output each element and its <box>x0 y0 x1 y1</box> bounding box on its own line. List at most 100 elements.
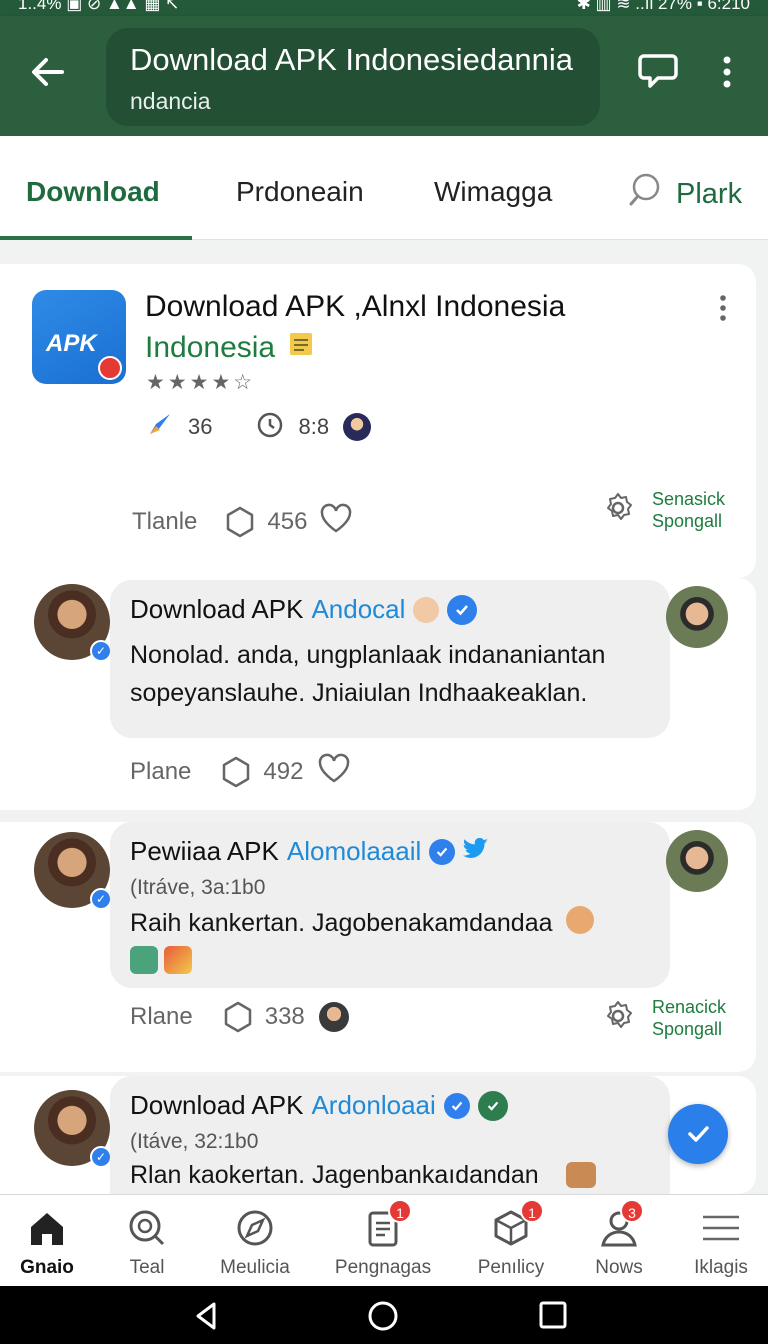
share-action[interactable]: 338 <box>221 1000 305 1034</box>
back-arrow-icon[interactable] <box>26 50 70 94</box>
post-action-label[interactable]: Plane <box>130 758 191 786</box>
tab-bar: Download Prdoneain Wimagga Plark <box>0 136 768 240</box>
developer-avatar[interactable] <box>343 413 372 441</box>
rating-stars: ★★★★☆ <box>146 371 256 394</box>
tab-wimagga[interactable]: Wimagga <box>434 176 552 208</box>
nav-label: Nows <box>595 1257 643 1278</box>
home-circle-icon[interactable] <box>366 1299 400 1333</box>
post-action-label[interactable]: Rlane <box>130 1003 193 1031</box>
app-title: Download APK ,Alnxl Indonesia <box>145 290 566 323</box>
chat-bubble-icon[interactable] <box>636 52 680 92</box>
nav-item-media[interactable]: Meulicia <box>200 1195 310 1287</box>
nav-label: Gnaio <box>20 1257 74 1278</box>
nav-label: Pengnagas <box>334 1257 432 1278</box>
post-card: ✓ Pewiiaa APK Alomolaaail (Itráve, 3a:1b… <box>0 822 756 1072</box>
card-action-label[interactable]: Tlanle <box>132 508 197 536</box>
post-text-line1: Rlan kaokertan. Jagenbankaıdandan <box>130 1161 539 1189</box>
nav-badge: 3 <box>620 1199 644 1223</box>
verified-badge-icon: ✓ <box>90 1146 112 1168</box>
app-meta: 36 8:8 <box>146 410 372 444</box>
post-author-account[interactable]: Alomolaaail <box>287 836 421 867</box>
verified-check-icon <box>447 594 478 625</box>
hexagon-icon <box>227 506 254 537</box>
user-avatar[interactable] <box>318 1002 349 1032</box>
nav-label: Iklagis <box>694 1257 748 1278</box>
post-meta: (Itáve, 32:1b0 <box>130 1130 259 1153</box>
share-count: 492 <box>263 757 304 785</box>
gear-icon <box>600 490 636 531</box>
nav-badge: 1 <box>388 1199 412 1223</box>
more-vert-icon[interactable] <box>712 50 742 94</box>
sponsor-line1: Renacick <box>652 997 727 1017</box>
reply-avatar[interactable] <box>666 830 728 892</box>
post-bubble[interactable]: Pewiiaa APK Alomolaaail (Itráve, 3a:1b0 … <box>110 822 670 988</box>
tab-download[interactable]: Download <box>26 176 160 208</box>
post-bubble[interactable]: Download APK Andocal Nonolad. anda, ungp… <box>110 580 670 738</box>
back-triangle-icon[interactable] <box>190 1300 222 1332</box>
post-emoji-row <box>130 946 192 974</box>
app-card[interactable]: APK Download APK ,Alnxl Indonesia Indone… <box>0 264 756 578</box>
status-left: 1..4% ▣ ⊘ ▲▲ ▦ ↖ <box>18 0 180 13</box>
heart-icon[interactable] <box>319 502 353 541</box>
app-icon[interactable]: APK <box>32 290 126 384</box>
green-check-icon <box>477 1090 508 1121</box>
notepad-icon <box>287 330 315 366</box>
emoji-house-icon <box>566 1162 596 1188</box>
fab-check-button[interactable] <box>668 1104 728 1164</box>
post-author: Pewiiaa APK Alomolaaail <box>130 836 489 867</box>
app-bar: Download APK Indonesiedannia ndancia <box>0 16 768 136</box>
sponsor-block[interactable]: Senasick Spongall <box>600 488 725 532</box>
compass-icon <box>237 1210 273 1246</box>
search-chat-icon <box>626 172 662 216</box>
map-emoji-icon <box>164 946 192 974</box>
bird-icon <box>463 836 489 867</box>
nav-item-box[interactable]: 1 Penılicy <box>456 1195 566 1287</box>
nav-item-clipboard[interactable]: 1 Pengnagas <box>328 1195 438 1287</box>
timer-icon <box>256 410 284 444</box>
nav-label: Teal <box>129 1257 165 1278</box>
verified-badge-icon: ✓ <box>90 888 112 910</box>
avatar[interactable]: ✓ <box>34 584 112 662</box>
post-author-account[interactable]: Ardonloaai <box>311 1090 435 1121</box>
tab-plark-label: Plark <box>676 177 743 210</box>
tab-prdoneain[interactable]: Prdoneain <box>236 176 364 208</box>
post-author: Download APK Ardonloaai <box>130 1090 508 1121</box>
emoji-face-icon <box>566 906 594 934</box>
post-card: ✓ Download APK Andocal Nonolad. anda, un… <box>0 578 756 810</box>
verified-check-icon <box>429 838 456 865</box>
avatar[interactable]: ✓ <box>34 832 112 910</box>
nav-item-news[interactable]: 3 Nows <box>564 1195 674 1287</box>
home-icon <box>31 1213 63 1245</box>
tab-plark[interactable]: Plark <box>626 172 742 216</box>
share-action[interactable]: 456 <box>223 505 307 539</box>
post-bubble[interactable]: Download APK Ardonloaai (Itáve, 32:1b0 R… <box>110 1076 670 1194</box>
meta-time: 8:8 <box>298 414 330 439</box>
post-card: ✓ Download APK Ardonloaai (Itáve, 32:1b0… <box>0 1076 756 1194</box>
title-box[interactable]: Download APK Indonesiedannia ndancia <box>106 28 600 126</box>
nav-label: Meulicia <box>220 1257 290 1278</box>
card-more-icon[interactable] <box>716 294 730 324</box>
recents-square-icon[interactable] <box>538 1300 568 1330</box>
app-title-country: Indonesia <box>145 331 276 364</box>
share-count: 338 <box>264 1003 305 1030</box>
nav-item-home[interactable]: Gnaio <box>0 1195 102 1287</box>
sponsor-line2: Spongall <box>652 1019 723 1039</box>
hexagon-icon <box>224 1001 251 1033</box>
search-icon <box>129 1210 165 1246</box>
sponsor-block[interactable]: Renacick Spongall <box>600 996 726 1040</box>
menu-icon <box>703 1215 739 1241</box>
hexagon-icon <box>223 756 250 787</box>
nav-badge: 1 <box>520 1199 544 1223</box>
reply-avatar[interactable] <box>666 586 728 648</box>
post-actions: Plane 492 <box>130 752 351 791</box>
post-text-line2: sopeyanslauhe. Jniaiulan Indhaakeaklan. <box>130 679 588 707</box>
heart-icon[interactable] <box>317 752 351 791</box>
nav-item-search[interactable]: Teal <box>92 1195 202 1287</box>
app-bar-subtitle: ndancia <box>130 88 211 114</box>
avatar[interactable]: ✓ <box>34 1090 112 1168</box>
post-author-account[interactable]: Andocal <box>311 594 405 625</box>
share-action[interactable]: 492 <box>219 755 303 789</box>
nav-item-menu[interactable]: Iklagis <box>666 1195 768 1287</box>
share-count: 456 <box>267 507 308 535</box>
rocket-icon <box>146 410 174 444</box>
